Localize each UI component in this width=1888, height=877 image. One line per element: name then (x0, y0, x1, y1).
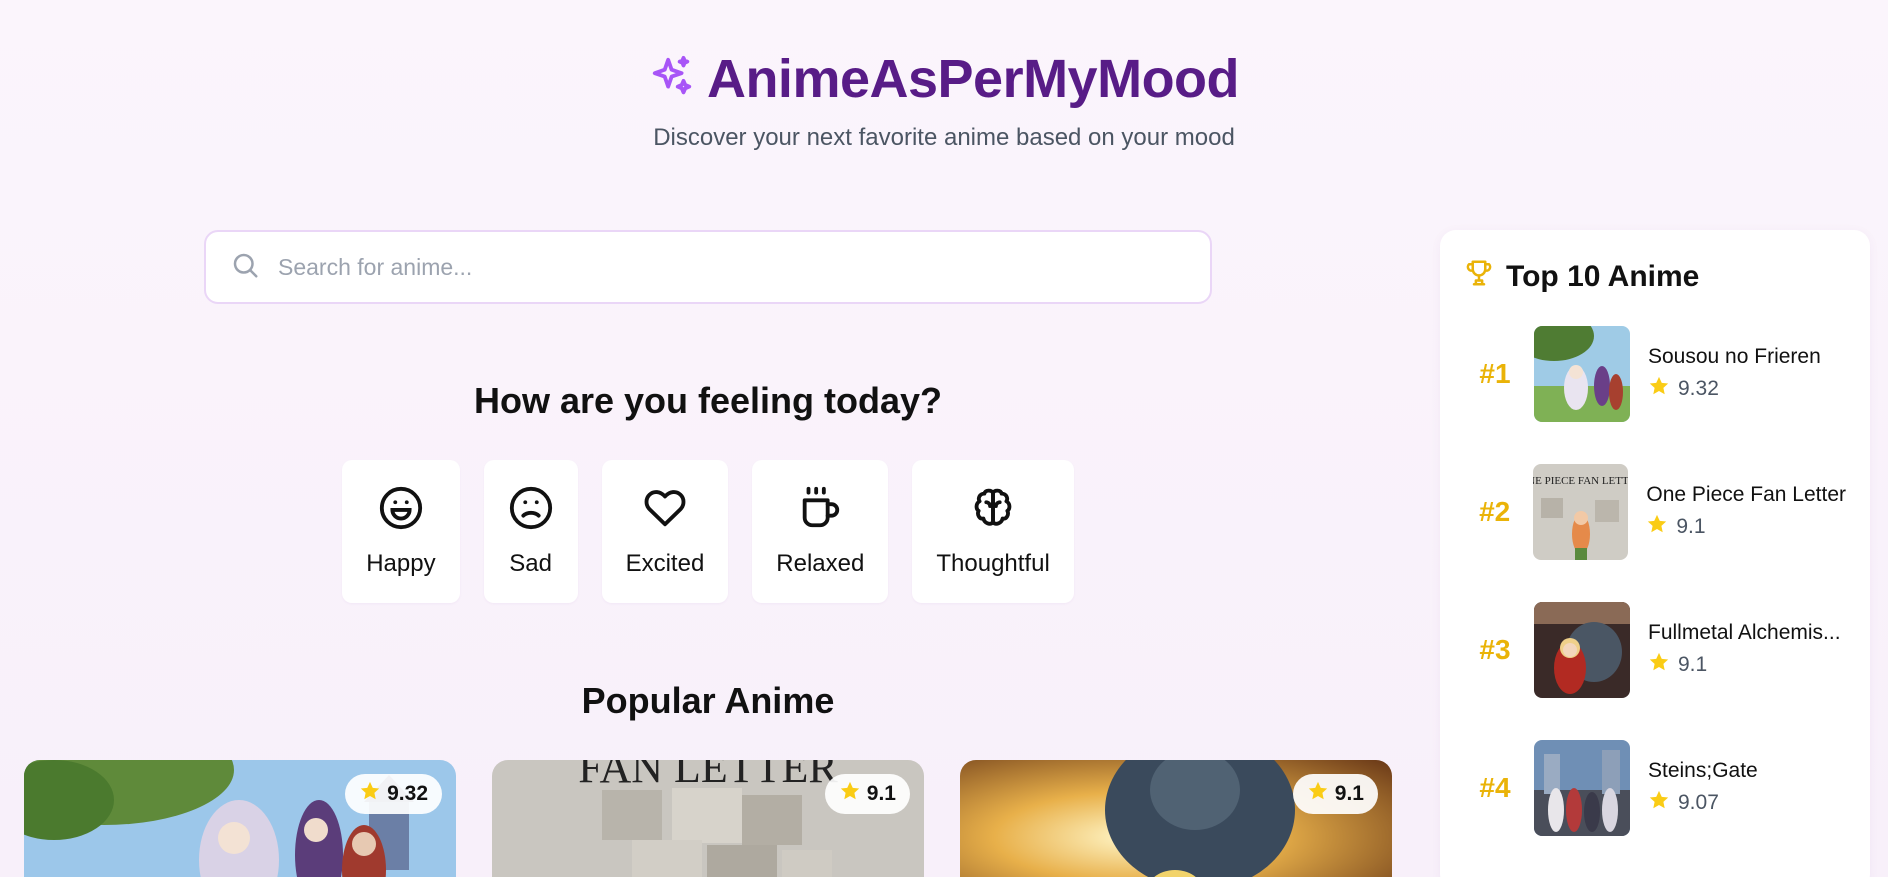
top-anime-item[interactable]: #4 Steins;Gate 9.07 (1464, 740, 1846, 836)
star-icon (1646, 513, 1668, 541)
rating-badge: 9.1 (824, 774, 910, 814)
score-value: 9.1 (1676, 515, 1706, 538)
anime-score: 9.1 (1646, 513, 1846, 541)
mood-button-thoughtful[interactable]: Thoughtful (912, 460, 1074, 603)
mood-button-sad[interactable]: Sad (483, 460, 578, 603)
star-icon (1307, 780, 1329, 808)
rank-label: #4 (1479, 772, 1511, 803)
search-bar[interactable] (204, 230, 1212, 304)
star-icon (1648, 375, 1670, 403)
anime-info: Sousou no Frieren 9.32 (1648, 345, 1821, 403)
anime-card[interactable]: 9.32 (24, 760, 456, 877)
anime-thumbnail (1534, 326, 1630, 422)
rank-label: #3 (1479, 634, 1511, 665)
anime-info: Steins;Gate 9.07 (1648, 759, 1758, 817)
score-value: 9.32 (1678, 377, 1719, 400)
brain-icon (970, 485, 1016, 536)
anime-score: 9.1 (1648, 651, 1841, 679)
coffee-icon (797, 485, 843, 536)
mood-button-relaxed[interactable]: Relaxed (752, 460, 889, 603)
anime-thumbnail: ONE PIECE FAN LETTER (1533, 464, 1629, 560)
mood-button-happy[interactable]: Happy (342, 460, 460, 603)
mood-button-excited[interactable]: Excited (601, 460, 729, 603)
heart-icon (642, 485, 688, 536)
mood-label-excited: Excited (625, 550, 705, 577)
star-icon (1648, 789, 1670, 817)
anime-card[interactable]: FAN LETTER 9.1 (492, 760, 924, 877)
anime-score: 9.32 (1648, 375, 1821, 403)
poster-title-text: ONE PIECE FAN LETTER (1533, 475, 1628, 487)
mood-label-sad: Sad (509, 550, 552, 577)
anime-name: Sousou no Frieren (1648, 345, 1821, 368)
anime-name: One Piece Fan Letter (1646, 483, 1846, 506)
star-icon (839, 780, 861, 808)
anime-name: Steins;Gate (1648, 759, 1758, 782)
top-anime-item[interactable]: #2 ONE PIECE FAN LETTER One Piece Fan Le… (1464, 464, 1846, 560)
rating-value: 9.1 (866, 782, 896, 805)
top-anime-item[interactable]: #1 Sousou no Frieren 9.32 (1464, 326, 1846, 422)
anime-thumbnail (1534, 602, 1630, 698)
rating-badge: 9.1 (1292, 774, 1378, 814)
rating-value: 9.1 (1334, 782, 1364, 805)
mood-label-relaxed: Relaxed (776, 550, 865, 577)
star-icon (1648, 651, 1670, 679)
sidebar-header: Top 10 Anime (1464, 258, 1846, 296)
anime-name: Fullmetal Alchemis... (1648, 621, 1841, 644)
top-anime-sidebar: Top 10 Anime #1 Sousou no Frieren 9.32 #… (1440, 230, 1870, 877)
search-input[interactable] (278, 253, 1178, 281)
mood-options: Happy Sad Excited Relaxed Thoughtful (204, 460, 1212, 603)
anime-info: One Piece Fan Letter 9.1 (1646, 483, 1846, 541)
brand: AnimeAsPerMyMood (649, 48, 1240, 110)
app-title: AnimeAsPerMyMood (706, 49, 1240, 109)
anime-card[interactable]: 9.1 (960, 760, 1392, 877)
happy-face-icon (378, 485, 424, 536)
top-anime-list: #1 Sousou no Frieren 9.32 #2 E PIECE FAN… (1464, 326, 1846, 836)
sparkles-icon (649, 54, 695, 105)
sidebar-title: Top 10 Anime (1506, 260, 1700, 293)
header: AnimeAsPerMyMood Discover your next favo… (0, 48, 1888, 152)
anime-info: Fullmetal Alchemis... 9.1 (1648, 621, 1841, 679)
mood-label-happy: Happy (366, 550, 436, 577)
mood-label-thoughtful: Thoughtful (936, 550, 1050, 577)
poster-title-text: FAN LETTER (578, 760, 838, 792)
popular-heading: Popular Anime (581, 680, 835, 721)
anime-thumbnail (1534, 740, 1630, 836)
popular-cards: 9.32 FAN LETTER 9.1 9.1 (24, 760, 1392, 877)
rank-label: #1 (1479, 358, 1511, 389)
anime-score: 9.07 (1648, 789, 1758, 817)
star-icon (359, 780, 381, 808)
rating-value: 9.32 (387, 782, 428, 805)
search-icon (230, 250, 260, 285)
rating-badge: 9.32 (345, 774, 442, 814)
top-anime-item[interactable]: #3 Fullmetal Alchemis... 9.1 (1464, 602, 1846, 698)
mood-heading: How are you feeling today? (473, 380, 943, 421)
score-value: 9.07 (1678, 791, 1719, 814)
trophy-icon (1464, 258, 1494, 296)
score-value: 9.1 (1678, 653, 1708, 676)
sad-face-icon (508, 485, 554, 536)
app-subtitle: Discover your next favorite anime based … (653, 124, 1235, 151)
app-page: AnimeAsPerMyMood Discover your next favo… (0, 0, 1888, 877)
rank-label: #2 (1479, 496, 1511, 527)
